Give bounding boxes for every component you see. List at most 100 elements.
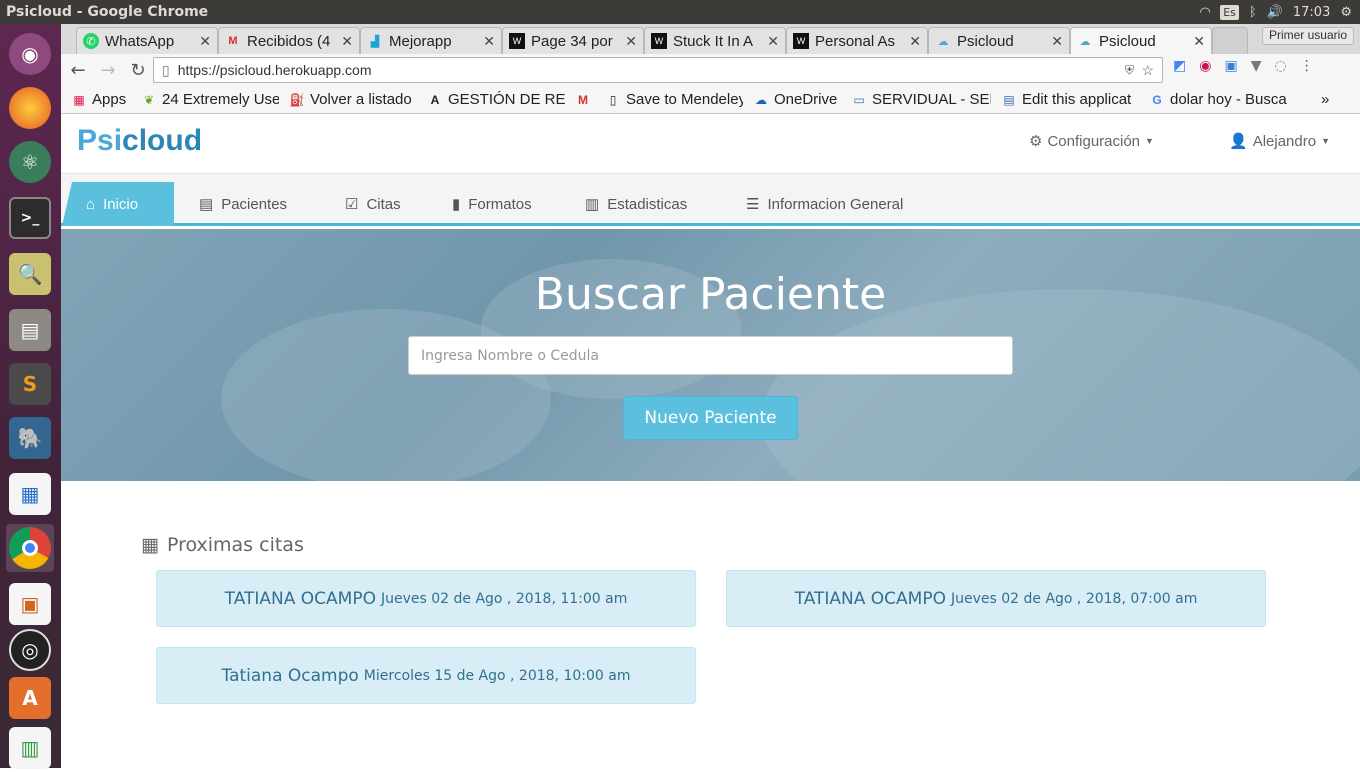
- document-icon: ▮: [452, 196, 461, 213]
- impress-launcher[interactable]: ▣: [6, 580, 54, 628]
- calendar-icon: ▦: [141, 534, 159, 556]
- elephant-icon: 🐘: [9, 417, 51, 459]
- back-arrow-icon[interactable]: ←: [65, 57, 91, 83]
- vue-icon[interactable]: ▼: [1251, 58, 1262, 74]
- form-icon: ▤: [1003, 92, 1015, 107]
- close-icon[interactable]: ✕: [341, 33, 353, 50]
- tab-formatos[interactable]: ▮ Formatos: [438, 182, 546, 226]
- user-dropdown[interactable]: 👤 Alejandro ▼: [1229, 132, 1330, 151]
- forward-arrow-icon[interactable]: →: [95, 57, 121, 83]
- browser-tab[interactable]: M Recibidos (4 ✕: [218, 27, 360, 54]
- clock[interactable]: 17:03: [1293, 5, 1330, 20]
- calendar-check-icon: ☑: [345, 196, 359, 213]
- tab-informacion-general[interactable]: ☰ Informacion General: [732, 182, 917, 226]
- star-icon[interactable]: ☆: [1141, 62, 1154, 79]
- keyboard-layout-indicator[interactable]: Es: [1220, 4, 1239, 20]
- appointment-card[interactable]: TATIANA OCAMPO Jueves 02 de Ago , 2018, …: [726, 570, 1266, 627]
- bluetooth-icon[interactable]: ᛒ: [1249, 5, 1257, 20]
- appointment-card[interactable]: Tatiana Ocampo Miercoles 15 de Ago , 201…: [156, 647, 696, 704]
- bookmark-item[interactable]: ▤ Edit this applicat: [1001, 91, 1139, 108]
- patient-search-input[interactable]: [408, 336, 1013, 375]
- tab-label: Inicio: [103, 195, 139, 213]
- bookmark-item[interactable]: M: [575, 92, 595, 108]
- appointment-date: Jueves 02 de Ago , 2018, 11:00 am: [380, 590, 628, 607]
- close-icon[interactable]: ✕: [625, 33, 637, 50]
- browser-tab[interactable]: ▟ Mejorapp ✕: [360, 27, 502, 54]
- psicloud-logo[interactable]: Psicloud: [77, 124, 202, 158]
- tab-label: Mejorapp: [389, 32, 452, 50]
- reload-icon[interactable]: ↻: [125, 57, 151, 83]
- bookmark-item[interactable]: Gdolar hoy - Busca: [1149, 91, 1287, 108]
- bookmark-apps[interactable]: ▦ Apps: [71, 91, 131, 108]
- page-icon: ▯: [609, 92, 617, 107]
- browser-toolbar: ← → ↻ ▯ https://psicloud.herokuapp.com ⛨…: [61, 54, 1360, 86]
- browser-tab[interactable]: W Personal As ✕: [786, 27, 928, 54]
- terminal-launcher[interactable]: >_: [6, 194, 54, 242]
- record-icon[interactable]: ◉: [1199, 58, 1211, 74]
- leaf-icon: ❦: [143, 92, 155, 107]
- list-icon: ☰: [746, 196, 760, 213]
- extensions-area: ◩ ◉ ▣ ▼ ◌ ⋮: [1173, 58, 1314, 74]
- appointment-date: Miercoles 15 de Ago , 2018, 10:00 am: [363, 667, 631, 684]
- tab-label: Page 34 por: [531, 32, 613, 50]
- close-icon[interactable]: ✕: [1051, 33, 1063, 50]
- close-icon[interactable]: ✕: [483, 33, 495, 50]
- profile-button[interactable]: Primer usuario: [1261, 27, 1354, 45]
- writer-document-icon: ▦: [9, 473, 51, 515]
- close-icon[interactable]: ✕: [199, 33, 211, 50]
- bookmark-item[interactable]: ❦ 24 Extremely Use: [141, 91, 279, 108]
- bookmark-label: dolar hoy - Busca: [1170, 91, 1287, 108]
- firefox-launcher[interactable]: [6, 84, 54, 132]
- extension-icon[interactable]: ▣: [1224, 58, 1237, 74]
- more-bookmarks-button[interactable]: »: [1321, 91, 1329, 108]
- browser-tab-active[interactable]: ☁ Psicloud ✕: [1070, 27, 1212, 54]
- ubuntu-dash-button[interactable]: ◉: [6, 30, 54, 78]
- browser-tab[interactable]: ☁ Psicloud ✕: [928, 27, 1070, 54]
- wave-icon[interactable]: ◌: [1274, 58, 1286, 74]
- bookmark-item[interactable]: ⛽ Volver a listado: [289, 91, 417, 108]
- volume-icon[interactable]: 🔊: [1267, 5, 1283, 20]
- calc-launcher[interactable]: ▥: [6, 724, 54, 772]
- pgadmin-launcher[interactable]: 🐘: [6, 414, 54, 462]
- installer-launcher[interactable]: A: [6, 674, 54, 722]
- tab-citas[interactable]: ☑ Citas: [331, 182, 415, 226]
- config-dropdown[interactable]: ⚙ Configuración ▼: [1029, 132, 1154, 151]
- search-tool-launcher[interactable]: 🔍: [6, 250, 54, 298]
- browser-tab[interactable]: ✆ WhatsApp ✕: [76, 27, 218, 54]
- gear-icon[interactable]: ⚙: [1340, 5, 1352, 20]
- gear-icon: ⚙: [1029, 133, 1043, 150]
- translate-icon[interactable]: ◩: [1173, 58, 1186, 74]
- menu-icon[interactable]: ⋮: [1300, 58, 1314, 74]
- close-icon[interactable]: ✕: [767, 33, 779, 50]
- page-info-icon[interactable]: ▯: [162, 62, 170, 79]
- tab-strip: ✆ WhatsApp ✕ M Recibidos (4 ✕ ▟ Mejorapp…: [61, 24, 1360, 54]
- obs-launcher[interactable]: ◎: [6, 626, 54, 674]
- bookmark-item[interactable]: ▯ Save to Mendeley: [605, 91, 743, 108]
- writer-launcher[interactable]: ▦: [6, 470, 54, 518]
- browser-tab[interactable]: W Stuck It In A ✕: [644, 27, 786, 54]
- bookmark-item[interactable]: A GESTIÓN DE REC: [427, 91, 565, 108]
- files-launcher[interactable]: ▤: [6, 306, 54, 354]
- close-icon[interactable]: ✕: [1193, 33, 1205, 50]
- system-top-bar: Psicloud - Google Chrome ◜◝ Es ᛒ 🔊 17:03…: [0, 0, 1360, 24]
- wifi-icon[interactable]: ◜◝: [1200, 5, 1210, 20]
- file-cabinet-icon: ▤: [9, 309, 51, 351]
- close-icon[interactable]: ✕: [909, 33, 921, 50]
- sublime-launcher[interactable]: S: [6, 360, 54, 408]
- tab-estadisticas[interactable]: ▥ Estadisticas: [571, 182, 701, 226]
- appointment-card[interactable]: TATIANA OCAMPO Jueves 02 de Ago , 2018, …: [156, 570, 696, 627]
- address-bar[interactable]: ▯ https://psicloud.herokuapp.com ⛨ ☆: [153, 57, 1163, 83]
- chrome-launcher[interactable]: [6, 524, 54, 572]
- bookmark-item[interactable]: ☁ OneDrive: [753, 91, 841, 108]
- new-tab-button[interactable]: [1212, 27, 1248, 54]
- browser-tab[interactable]: W Page 34 por ✕: [502, 27, 644, 54]
- tab-inicio[interactable]: ⌂ Inicio: [62, 182, 174, 226]
- ubuntu-logo-icon: ◉: [9, 33, 51, 75]
- hat-icon: ⛽: [289, 92, 305, 107]
- shield-icon[interactable]: ⛨: [1125, 63, 1134, 78]
- new-patient-button[interactable]: Nuevo Paciente: [623, 396, 798, 440]
- tab-pacientes[interactable]: ▤ Pacientes: [185, 182, 301, 226]
- bookmark-item[interactable]: ▭ SERVIDUAL - SER: [851, 91, 991, 108]
- apps-grid-icon: ▦: [73, 92, 85, 107]
- atom-launcher[interactable]: ⚛: [6, 138, 54, 186]
